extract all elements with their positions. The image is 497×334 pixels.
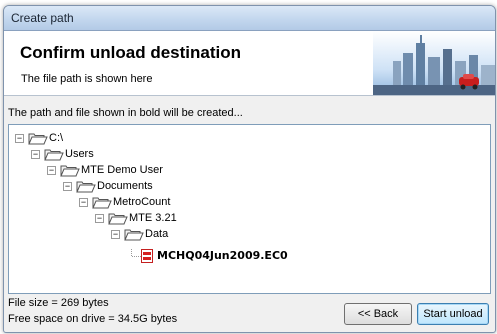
city-skyline-icon [373,31,495,95]
page-heading: Confirm unload destination [20,43,241,62]
open-folder-icon [44,149,64,161]
open-folder-icon [60,165,80,177]
open-folder-icon [92,197,112,209]
tree-node-label: MTE 3.21 [129,212,177,224]
collapse-toggle[interactable]: − [31,150,40,159]
collapse-toggle[interactable]: − [63,182,72,191]
instruction-text: The path and file shown in bold will be … [8,107,243,119]
collapse-toggle[interactable]: − [15,134,24,143]
tree-node-label: Documents [97,180,153,192]
window-title: Create path [11,11,74,25]
tree-node-label: MetroCount [113,196,171,208]
tree-node-label: C:\ [49,132,64,144]
open-folder-icon [108,213,128,225]
title-bar[interactable]: Create path [4,6,495,31]
path-tree-view[interactable]: − C:\ − Users − MTE Demo User − Document… [8,124,491,294]
tree-node-label: Data [145,228,169,240]
open-folder-icon [76,181,96,193]
back-button[interactable]: << Back [344,303,412,325]
file-size-text: File size = 269 bytes [8,297,109,309]
tree-node-label: MTE Demo User [81,164,163,176]
new-file-label: MCHQ04Jun2009.EC0 [157,249,288,262]
collapse-toggle[interactable]: − [79,198,88,207]
free-space-text: Free space on drive = 34.5G bytes [8,313,178,325]
collapse-toggle[interactable]: − [111,230,120,239]
data-file-icon [141,249,153,263]
tree-node-label: Users [65,148,94,160]
collapse-toggle[interactable]: − [95,214,104,223]
header-banner: Confirm unload destination The file path… [4,31,495,96]
open-folder-icon [124,229,144,241]
open-folder-icon [28,133,48,145]
start-unload-button[interactable]: Start unload [417,303,489,325]
page-subtitle: The file path is shown here [21,73,153,85]
collapse-toggle[interactable]: − [47,166,56,175]
dialog-window: Create path Confirm unload destination T… [3,5,496,333]
